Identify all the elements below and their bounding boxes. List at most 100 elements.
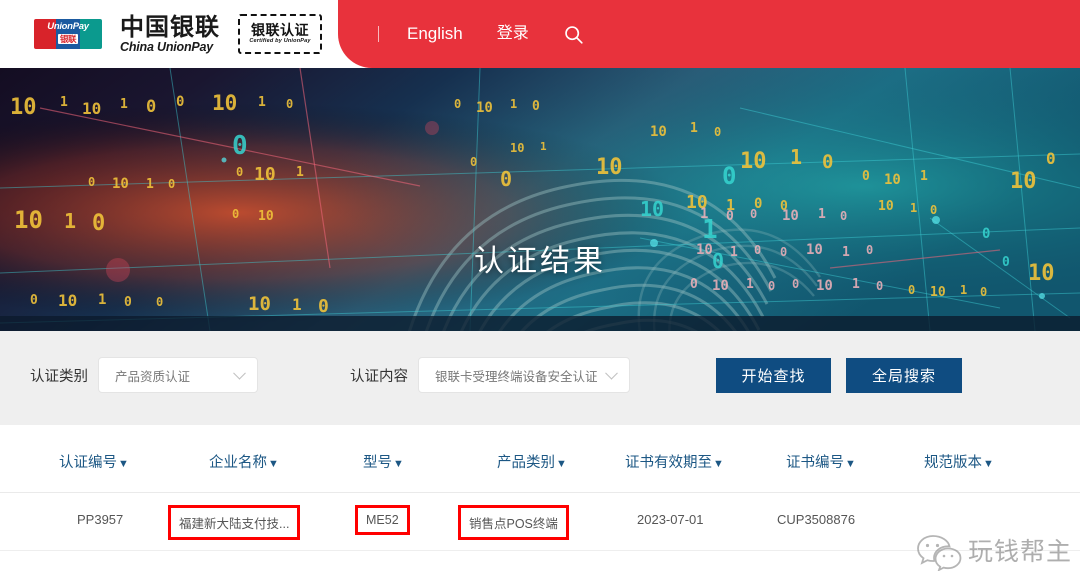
search-icon[interactable]	[563, 24, 584, 45]
column-header-model[interactable]: 型号▼	[363, 451, 404, 472]
column-header-cert-code[interactable]: 证书编号▼	[786, 451, 856, 472]
brand-name-block: 中国银联 China UnionPay	[120, 15, 220, 54]
cert-type-select[interactable]: 产品资质认证	[98, 357, 258, 393]
svg-text:10: 10	[10, 95, 37, 120]
column-header-company[interactable]: 企业名称▼	[209, 451, 279, 472]
svg-text:0: 0	[236, 165, 243, 179]
svg-text:0: 0	[176, 94, 184, 110]
svg-text:0: 0	[318, 296, 329, 317]
svg-text:0: 0	[500, 167, 512, 191]
cell-company: 福建新大陆支付技...	[168, 505, 301, 540]
svg-text:10: 10	[816, 278, 833, 294]
svg-text:10: 10	[58, 291, 77, 310]
column-header-valid-until[interactable]: 证书有效期至▼	[625, 451, 724, 472]
svg-text:0: 0	[908, 283, 915, 297]
svg-text:0: 0	[232, 131, 248, 161]
svg-text:1: 1	[64, 209, 76, 233]
svg-text:10: 10	[476, 100, 493, 116]
caret-down-icon: ▼	[713, 458, 724, 470]
svg-text:0: 0	[722, 162, 736, 190]
svg-text:0: 0	[88, 175, 95, 189]
brand-logo-zone: UnionPay 银联 中国银联 China UnionPay 银联认证 Cer…	[34, 11, 375, 57]
brand-name-en: China UnionPay	[120, 39, 214, 54]
svg-text:1: 1	[790, 145, 802, 169]
chevron-down-icon	[233, 366, 246, 380]
svg-text:0: 0	[750, 207, 757, 221]
hero-banner: 10 1 10 1 0 0 10 1 0 10 1 0 0 10 1 0 0 1…	[0, 68, 1080, 331]
cert-badge-line1: 银联认证	[251, 22, 309, 38]
start-search-button[interactable]: 开始查找	[716, 358, 831, 393]
hero-title: 认证结果	[474, 245, 606, 278]
svg-text:0: 0	[454, 97, 461, 111]
svg-text:0: 0	[532, 99, 540, 114]
svg-text:1: 1	[920, 169, 928, 184]
column-header-product-type[interactable]: 产品类别▼	[497, 451, 567, 472]
svg-text:0: 0	[470, 155, 477, 169]
svg-text:1: 1	[296, 165, 304, 180]
column-header-cert-no[interactable]: 认证编号▼	[59, 451, 129, 472]
svg-text:1: 1	[960, 283, 967, 297]
top-nav-bar: English 登录	[338, 0, 1080, 68]
svg-text:10: 10	[596, 155, 623, 180]
svg-text:1: 1	[98, 292, 106, 308]
chevron-down-icon	[605, 366, 618, 380]
svg-text:1: 1	[120, 97, 128, 112]
cell-product-type: 销售点POS终端	[458, 505, 569, 540]
svg-text:10: 10	[254, 164, 276, 185]
svg-text:0: 0	[30, 293, 38, 308]
svg-text:1: 1	[910, 201, 917, 215]
svg-text:1: 1	[258, 95, 266, 110]
page-root: UnionPay 银联 中国银联 China UnionPay 银联认证 Cer…	[0, 0, 1080, 583]
svg-text:10: 10	[640, 197, 664, 221]
svg-text:1: 1	[818, 207, 826, 222]
nav-divider	[378, 26, 379, 42]
svg-text:10: 10	[650, 124, 667, 140]
svg-text:10: 10	[884, 172, 901, 188]
unionpay-mark-text-cn: 银联	[57, 34, 78, 44]
cert-content-select[interactable]: 银联卡受理终端设备安全认证	[418, 357, 630, 393]
table-row[interactable]: PP3957 福建新大陆支付技... ME52 销售点POS终端 2023-07…	[0, 493, 1080, 551]
svg-text:1: 1	[700, 206, 708, 222]
brand-name-cn: 中国银联	[120, 13, 220, 41]
svg-text:10: 10	[82, 99, 101, 118]
cert-type-value: 产品资质认证	[115, 369, 191, 384]
column-header-spec-version[interactable]: 规范版本▼	[924, 451, 994, 472]
hero-background-graphic: 10 1 10 1 0 0 10 1 0 10 1 0 0 10 1 0 0 1…	[0, 68, 1080, 331]
results-table: 认证编号▼ 企业名称▼ 型号▼ 产品类别▼ 证书有效期至▼ 证书编号▼ 规范版本…	[0, 425, 1080, 583]
cell-valid-until: 2023-07-01	[637, 512, 704, 527]
table-header-row: 认证编号▼ 企业名称▼ 型号▼ 产品类别▼ 证书有效期至▼ 证书编号▼ 规范版本…	[0, 425, 1080, 493]
svg-text:1: 1	[540, 140, 547, 153]
svg-text:0: 0	[168, 177, 175, 191]
filter-label-content: 认证内容	[350, 368, 408, 385]
filter-bar: 认证类别 产品资质认证 认证内容 银联卡受理终端设备安全认证 开始查找 全局搜索	[0, 331, 1080, 425]
svg-text:0: 0	[862, 169, 870, 184]
caret-down-icon: ▼	[393, 458, 404, 470]
cert-content-value: 银联卡受理终端设备安全认证	[435, 369, 598, 384]
svg-text:1: 1	[146, 177, 154, 192]
svg-text:0: 0	[840, 209, 847, 223]
svg-text:10: 10	[740, 149, 767, 174]
svg-text:0: 0	[726, 209, 734, 224]
svg-text:0: 0	[286, 97, 293, 111]
svg-text:1: 1	[690, 121, 698, 136]
svg-text:10: 10	[782, 208, 799, 224]
svg-text:1: 1	[60, 95, 68, 110]
svg-text:1: 1	[510, 97, 517, 111]
certified-by-unionpay-badge: 银联认证 Certified by UnionPay	[238, 14, 322, 54]
cert-badge-line2: Certified by UnionPay	[249, 38, 311, 44]
global-search-button[interactable]: 全局搜索	[846, 358, 962, 393]
svg-text:0: 0	[156, 295, 163, 309]
caret-down-icon: ▼	[268, 458, 279, 470]
filter-label-type: 认证类别	[30, 368, 88, 385]
svg-text:0: 0	[92, 211, 105, 236]
cell-cert-code: CUP3508876	[777, 512, 856, 527]
svg-text:0: 0	[146, 97, 156, 117]
svg-text:10: 10	[112, 176, 129, 192]
nav-item-english[interactable]: English	[407, 24, 463, 44]
nav-item-login[interactable]: 登录	[497, 24, 529, 44]
cell-model: ME52	[355, 505, 410, 535]
svg-text:10: 10	[510, 141, 524, 155]
cell-cert-no: PP3957	[77, 512, 124, 527]
svg-text:10: 10	[14, 206, 43, 234]
svg-text:0: 0	[714, 125, 721, 139]
